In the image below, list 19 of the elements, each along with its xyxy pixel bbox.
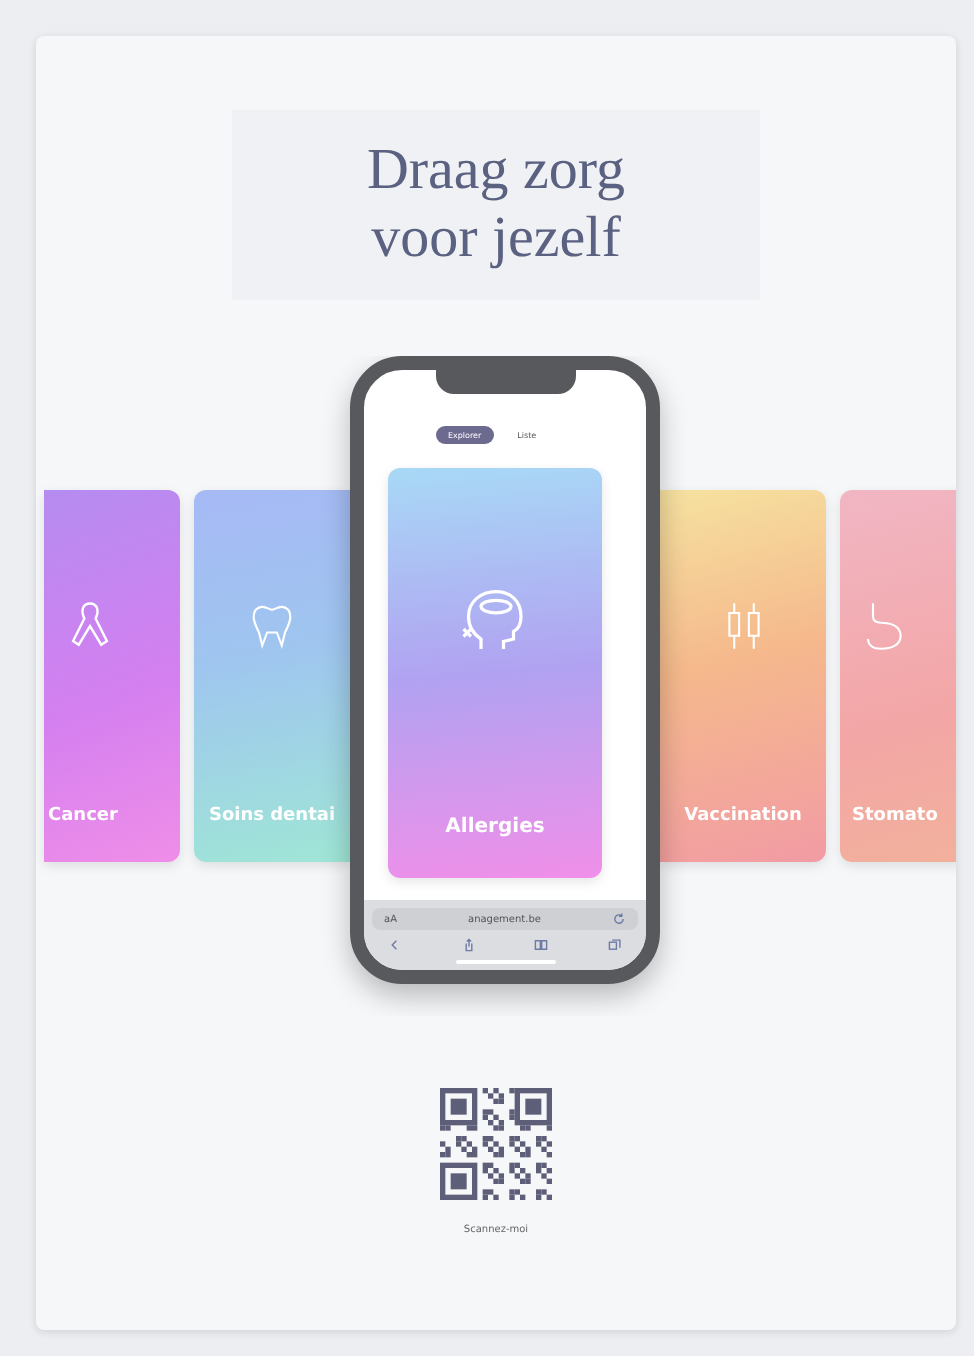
poster-title: Draag zorg voor jezelf	[364, 138, 628, 272]
category-card[interactable]: Stomato	[840, 490, 956, 862]
home-indicator	[455, 960, 555, 964]
reload-icon[interactable]	[612, 912, 626, 926]
category-card[interactable]: Allergies	[388, 468, 602, 878]
category-label: Stomato	[852, 806, 938, 826]
phone-notch	[436, 370, 576, 394]
category-label: Allergies	[445, 816, 545, 838]
category-label: Vaccination	[684, 806, 802, 826]
category-label: Soins dentai	[208, 806, 336, 826]
category-card[interactable]: Vaccination	[660, 490, 826, 862]
qr-code-drawing	[440, 1088, 552, 1200]
share-icon[interactable]	[461, 938, 476, 952]
back-icon[interactable]	[388, 938, 402, 952]
category-card[interactable]: Cancer	[44, 490, 180, 862]
category-card[interactable]: Soins dentai	[194, 490, 350, 862]
book-icon[interactable]	[534, 938, 549, 952]
category-label: Cancer	[48, 806, 118, 826]
tabs-icon[interactable]	[607, 938, 622, 952]
